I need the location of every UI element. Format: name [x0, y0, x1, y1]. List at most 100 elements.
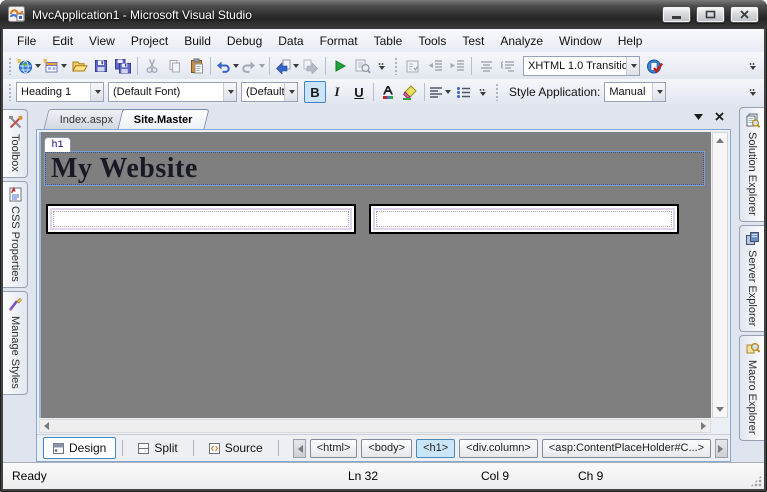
toolbar-grip[interactable] [394, 57, 398, 75]
tag-html[interactable]: <html> [309, 438, 358, 458]
h1-tag-label[interactable]: h1 [44, 137, 71, 152]
tag-navigator: <html> <body> <h1> <div.column> <asp:Con… [292, 438, 729, 458]
undo-button[interactable] [214, 55, 240, 77]
italic-button[interactable]: I [326, 81, 348, 103]
tag-scroll-right-button[interactable] [715, 438, 729, 458]
underline-button[interactable]: U [348, 81, 370, 103]
toolbar-grip[interactable] [495, 83, 499, 101]
content-placeholder-right[interactable] [369, 204, 679, 234]
minimize-button[interactable] [662, 6, 691, 23]
toolbar-grip[interactable] [8, 57, 12, 75]
close-button[interactable] [730, 6, 759, 23]
style-application-combo[interactable]: Manual [604, 82, 667, 102]
server-explorer-tab[interactable]: Server Explorer [739, 224, 764, 333]
design-surface[interactable]: h1 My Website [39, 132, 711, 418]
menu-edit[interactable]: Edit [44, 31, 81, 51]
menu-test[interactable]: Test [454, 31, 492, 51]
document-list-dropdown-icon[interactable] [694, 113, 703, 120]
manage-styles-tab[interactable]: Manage Styles [3, 290, 28, 395]
h1-element[interactable]: h1 My Website [44, 137, 705, 186]
copy-button[interactable] [163, 55, 185, 77]
close-document-icon[interactable] [715, 112, 724, 121]
menu-data[interactable]: Data [270, 31, 311, 51]
toolbar-overflow-button[interactable] [476, 88, 488, 96]
navigate-forward-button[interactable] [300, 55, 322, 77]
server-explorer-label: Server Explorer [746, 249, 758, 327]
scroll-up-icon[interactable] [716, 138, 724, 143]
vertical-scrollbar[interactable] [712, 132, 728, 418]
right-tool-strip: Solution Explorer Server Explorer Macro … [734, 105, 764, 462]
check-page-button[interactable] [644, 55, 666, 77]
menu-build[interactable]: Build [176, 31, 219, 51]
toolbar-grip[interactable] [8, 83, 12, 101]
find-in-files-button[interactable] [351, 55, 373, 77]
css-properties-tab[interactable]: CSS Properties [3, 180, 28, 288]
restore-button[interactable] [696, 6, 725, 23]
font-color-button[interactable] [377, 81, 399, 103]
open-file-button[interactable] [68, 55, 90, 77]
macro-explorer-tab[interactable]: Macro Explorer [739, 335, 764, 441]
alignment-button[interactable] [428, 81, 452, 103]
bold-button[interactable]: B [304, 81, 326, 103]
tab-index-aspx[interactable]: Index.aspx [43, 109, 130, 129]
tag-scroll-left-button[interactable] [292, 438, 306, 458]
tag-body[interactable]: <body> [361, 438, 413, 458]
toolbar-overflow-button[interactable] [746, 88, 758, 96]
menu-view[interactable]: View [81, 31, 123, 51]
css-properties-label: CSS Properties [9, 205, 21, 282]
formatting-marks-button[interactable] [475, 55, 497, 77]
menu-project[interactable]: Project [123, 31, 176, 51]
block-format-combo[interactable]: Heading 1 [16, 82, 104, 102]
scroll-right-icon[interactable] [701, 422, 706, 430]
start-debugging-button[interactable] [329, 55, 351, 77]
toolbox-tab[interactable]: Toolbox [3, 109, 28, 178]
menu-file[interactable]: File [9, 31, 44, 51]
server-explorer-icon [745, 231, 760, 246]
source-view-button[interactable]: Source [200, 438, 272, 458]
decrease-indent-button[interactable] [424, 55, 446, 77]
doctype-combo[interactable]: XHTML 1.0 Transitional [523, 56, 640, 76]
tab-site-master[interactable]: Site.Master [117, 109, 210, 129]
doctype-value: XHTML 1.0 Transitional [528, 60, 626, 72]
scroll-left-icon[interactable] [44, 422, 49, 430]
cut-button[interactable] [141, 55, 163, 77]
content-placeholder-left[interactable] [46, 204, 356, 234]
menu-format[interactable]: Format [312, 31, 366, 51]
add-new-item-button[interactable] [42, 55, 68, 77]
check-accessibility-button[interactable] [402, 55, 424, 77]
tag-h1[interactable]: <h1> [416, 438, 456, 458]
increase-indent-button[interactable] [446, 55, 468, 77]
redo-button[interactable] [240, 55, 266, 77]
save-button[interactable] [90, 55, 112, 77]
highlight-button[interactable] [399, 81, 421, 103]
menu-analyze[interactable]: Analyze [492, 31, 551, 51]
scroll-down-icon[interactable] [716, 407, 724, 412]
solution-explorer-tab[interactable]: Solution Explorer [739, 107, 764, 222]
font-size-combo[interactable]: (Default [241, 82, 298, 102]
site-heading-text[interactable]: My Website [51, 153, 198, 184]
vs-window: MvcApplication1 - Microsoft Visual Studi… [0, 0, 767, 492]
horizontal-scrollbar[interactable] [39, 419, 711, 433]
paste-button[interactable] [185, 55, 207, 77]
navigate-backward-button[interactable] [273, 55, 300, 77]
resize-grip[interactable] [750, 475, 762, 487]
save-all-button[interactable] [112, 55, 134, 77]
bullet-list-button[interactable] [452, 81, 474, 103]
title-bar[interactable]: MvcApplication1 - Microsoft Visual Studi… [0, 0, 767, 29]
menu-window[interactable]: Window [551, 31, 610, 51]
menu-debug[interactable]: Debug [219, 31, 270, 51]
comment-button[interactable] [497, 55, 519, 77]
new-website-button[interactable] [16, 55, 42, 77]
tag-contentplaceholder[interactable]: <asp:ContentPlaceHolder#C...> [541, 438, 712, 458]
tag-div-column[interactable]: <div.column> [459, 438, 538, 458]
design-view-button[interactable]: Design [43, 437, 117, 459]
font-combo[interactable]: (Default Font) [108, 82, 237, 102]
split-view-button[interactable]: Split [129, 438, 186, 458]
menu-tools[interactable]: Tools [410, 31, 454, 51]
font-size-value: (Default [246, 86, 284, 98]
menu-help[interactable]: Help [610, 31, 651, 51]
toolbar-overflow-button[interactable] [746, 62, 758, 70]
toolbox-label: Toolbox [9, 134, 21, 172]
toolbar-overflow-button[interactable] [375, 62, 387, 70]
menu-table[interactable]: Table [366, 31, 411, 51]
